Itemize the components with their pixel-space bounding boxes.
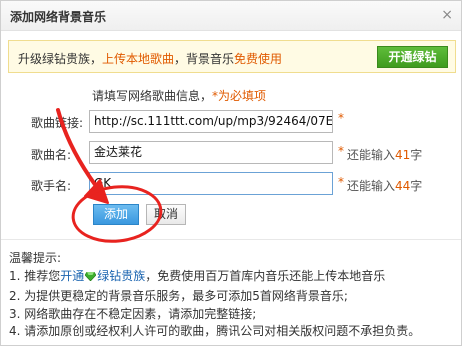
- tip-3: 3. 网络歌曲存在不稳定因素，请添加完整链接;: [9, 307, 257, 321]
- tip1-suffix: ，免费使用百万首库内音乐还能上传本地音乐: [145, 269, 386, 283]
- hint-text: 请填写网络歌曲信息，: [92, 89, 213, 103]
- close-icon[interactable]: ×: [441, 6, 453, 24]
- singer-remaining: 还能输入44字: [347, 177, 422, 194]
- tips-divider: [1, 239, 461, 240]
- singer-remaining-count: 44: [395, 179, 411, 193]
- singer-input[interactable]: GK: [89, 172, 333, 195]
- tip-2: 2. 为提供更稳定的背景音乐服务，最多可添加5首网络背景音乐;: [9, 289, 348, 303]
- tips-title: 温馨提示:: [9, 251, 62, 265]
- tip1-open-link[interactable]: 开通: [60, 269, 84, 283]
- hint-required: *为必填项: [212, 89, 267, 103]
- dialog-titlebar: 添加网络背景音乐 ×: [1, 1, 461, 31]
- song-name-remaining: 还能输入41字: [347, 146, 422, 163]
- singer-remaining-suffix: 字: [410, 179, 423, 193]
- open-green-diamond-button[interactable]: 开通绿钻: [377, 46, 448, 68]
- add-button[interactable]: 添加: [93, 204, 139, 225]
- song-name-remaining-suffix: 字: [410, 148, 423, 162]
- upgrade-banner-text: 升级绿钻贵族，上传本地歌曲，背景音乐免费使用: [18, 50, 282, 67]
- song-name-remaining-count: 41: [395, 148, 411, 162]
- song-url-input[interactable]: http://sc.111ttt.com/up/mp3/92464/07E7: [89, 110, 333, 133]
- song-name-input[interactable]: 金达莱花: [89, 141, 333, 164]
- green-diamond-icon: [85, 272, 97, 281]
- upgrade-banner: 升级绿钻贵族，上传本地歌曲，背景音乐免费使用 开通绿钻: [8, 40, 456, 73]
- cancel-button[interactable]: 取消: [146, 204, 186, 225]
- singer-label: 歌手名:: [31, 179, 72, 193]
- banner-free-use: 免费使用: [234, 52, 283, 66]
- song-name-remaining-prefix: 还能输入: [347, 148, 396, 162]
- song-url-required-mark: *: [338, 111, 344, 125]
- banner-upload-local: 上传本地歌曲: [102, 52, 175, 66]
- add-music-dialog: 添加网络背景音乐 × 升级绿钻贵族，上传本地歌曲，背景音乐免费使用 开通绿钻 请…: [0, 0, 462, 346]
- form-hint: 请填写网络歌曲信息，*为必填项: [92, 87, 266, 104]
- banner-middle: ，背景音乐: [174, 52, 235, 66]
- singer-remaining-prefix: 还能输入: [347, 179, 396, 193]
- tip-1: 1. 推荐您开通 绿钻贵族，免费使用百万首库内音乐还能上传本地音乐: [9, 267, 385, 284]
- tip1-prefix: 1. 推荐您: [9, 269, 61, 283]
- dialog-title: 添加网络背景音乐: [10, 10, 107, 24]
- song-url-label: 歌曲链接:: [31, 116, 84, 130]
- tip1-green-diamond-link[interactable]: 绿钻贵族: [97, 269, 145, 283]
- tip-4: 4. 请添加原创或经权利人许可的歌曲，腾讯公司对相关版权问题不承担负责。: [9, 324, 421, 338]
- singer-required-mark: *: [338, 175, 344, 189]
- song-name-label: 歌曲名:: [31, 148, 72, 162]
- banner-prefix: 升级绿钻贵族，: [18, 52, 103, 66]
- song-name-required-mark: *: [338, 144, 344, 158]
